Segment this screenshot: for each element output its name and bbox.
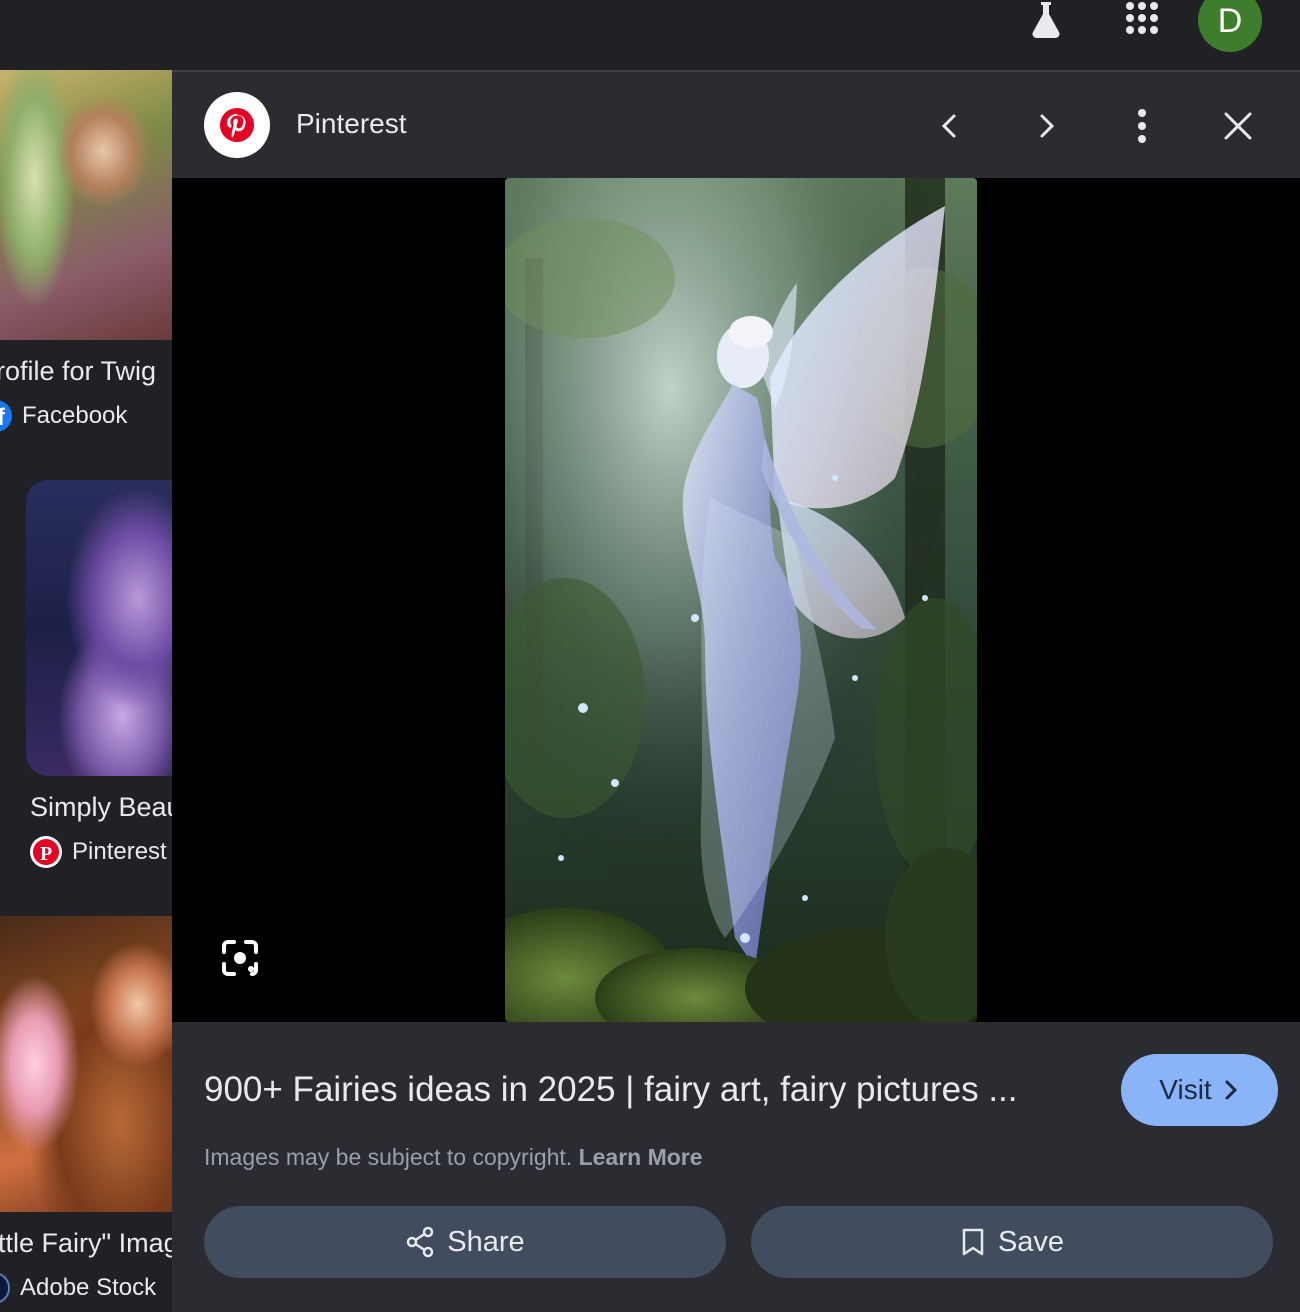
share-button[interactable]: Share: [204, 1206, 726, 1278]
visit-button-label: Visit: [1159, 1074, 1212, 1105]
image-results-column: rofile for Twig f Facebook Simply Beau P…: [0, 70, 172, 1312]
result-source[interactable]: P Pinterest: [30, 836, 167, 868]
chevron-right-icon: [1225, 1080, 1237, 1100]
result-thumbnail[interactable]: [26, 480, 172, 776]
flask-icon[interactable]: [1022, 0, 1070, 40]
image-title[interactable]: 900+ Fairies ideas in 2025 | fairy art, …: [204, 1070, 1018, 1110]
more-options-button[interactable]: [1116, 100, 1168, 152]
result-thumbnail[interactable]: [0, 70, 172, 340]
share-button-label: Share: [447, 1225, 525, 1258]
save-button[interactable]: Save: [751, 1206, 1273, 1278]
adobe-stock-icon: [0, 1272, 10, 1304]
result-source-label: Adobe Stock: [20, 1274, 157, 1301]
preview-image[interactable]: [505, 178, 977, 1022]
learn-more-link[interactable]: Learn More: [579, 1144, 703, 1170]
share-icon: [407, 1226, 434, 1258]
next-button[interactable]: [1020, 100, 1072, 152]
image-details: 900+ Fairies ideas in 2025 | fairy art, …: [172, 1022, 1300, 1312]
result-title[interactable]: rofile for Twig: [0, 356, 156, 387]
copyright-text: Images may be subject to copyright.: [204, 1144, 573, 1170]
google-lens-button[interactable]: [216, 934, 264, 982]
image-preview-panel: Pinterest 900+ Fairies ideas in 2025 | f…: [172, 70, 1300, 1312]
result-source-label: Facebook: [22, 402, 128, 429]
copyright-notice: Images may be subject to copyright. Lear…: [204, 1144, 703, 1171]
visit-button[interactable]: Visit: [1121, 1054, 1278, 1126]
result-source[interactable]: Adobe Stock: [0, 1272, 156, 1304]
more-vert-icon: [1138, 109, 1146, 143]
avatar[interactable]: D: [1198, 0, 1262, 52]
result-title[interactable]: Simply Beau: [30, 792, 172, 823]
save-button-label: Save: [997, 1225, 1065, 1258]
close-button[interactable]: [1212, 100, 1264, 152]
chevron-right-icon: [1040, 114, 1055, 138]
pinterest-icon[interactable]: [204, 92, 270, 158]
apps-grid-icon[interactable]: [1118, 0, 1166, 40]
result-title[interactable]: ttle Fairy" Imag: [0, 1228, 172, 1259]
facebook-icon: f: [0, 400, 12, 432]
image-viewer: [172, 178, 1300, 1022]
pinterest-icon: P: [30, 836, 62, 868]
previous-button[interactable]: [924, 100, 976, 152]
chevron-left-icon: [941, 114, 956, 138]
lens-icon: [222, 940, 258, 976]
top-bar: D: [0, 0, 1300, 70]
preview-header: Pinterest: [172, 72, 1300, 178]
svg-text:f: f: [0, 404, 6, 431]
result-source[interactable]: f Facebook: [0, 400, 127, 432]
bookmark-icon: [962, 1228, 984, 1256]
result-source-label: Pinterest: [72, 838, 167, 865]
svg-text:P: P: [40, 843, 52, 865]
result-thumbnail[interactable]: [0, 916, 172, 1212]
close-icon: [1224, 112, 1252, 140]
site-name[interactable]: Pinterest: [296, 108, 407, 140]
